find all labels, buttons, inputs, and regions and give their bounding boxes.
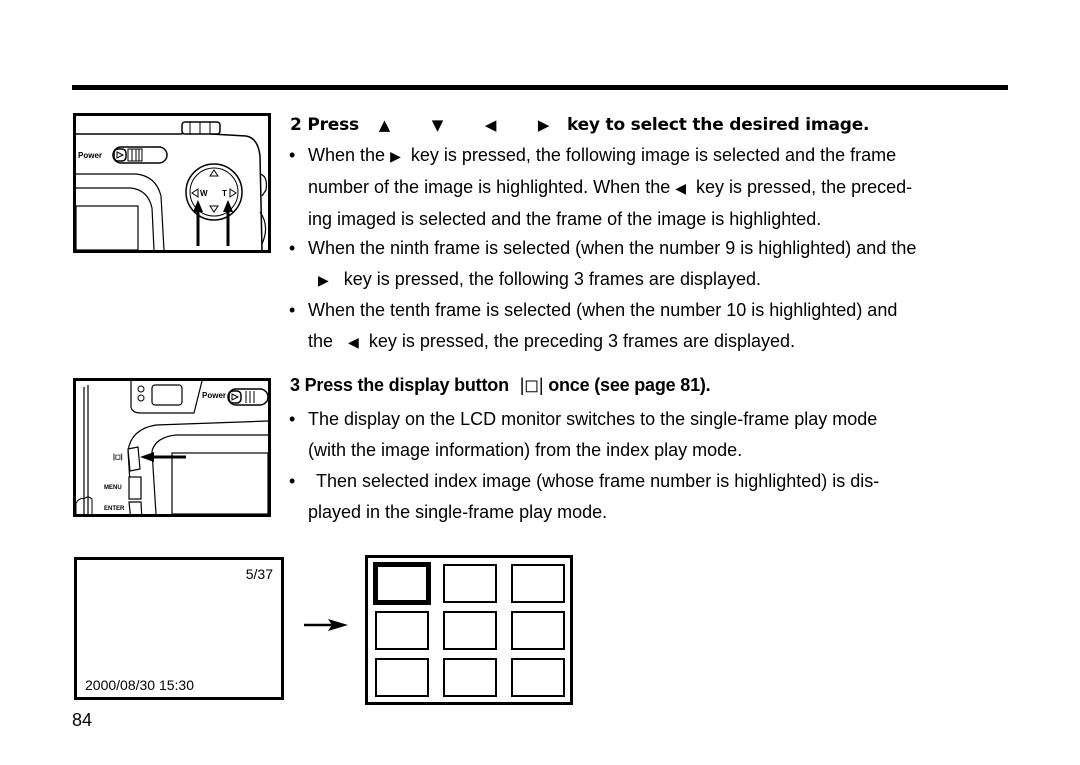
bullet: • [289, 409, 296, 429]
dial-w-label: W [200, 189, 208, 198]
transition-arrow-icon [304, 617, 348, 638]
thumbnail [511, 658, 565, 697]
frame-count: 5/37 [245, 566, 273, 582]
bullet: • [289, 238, 296, 258]
camera-dial-illustration: Power W T [73, 113, 271, 253]
bullet: • [289, 145, 296, 165]
down-key-icon: ▼ [431, 116, 444, 134]
date-time-stamp: 2000/08/30 15:30 [85, 677, 194, 693]
thumbnail [443, 564, 497, 603]
thumbnail [375, 658, 429, 697]
step-3-bullet-2: • Then selected index image (whose frame… [289, 466, 879, 528]
page-number: 84 [72, 710, 93, 730]
left-key-icon: ◀ [484, 116, 497, 134]
step-2-bullet-1: • When the ▶ key is pressed, the followi… [289, 140, 912, 235]
step-2-heading: 2 Press ▲ ▼ ◀ ▶ key to select the desire… [290, 115, 869, 135]
left-key-icon: ◀ [348, 334, 359, 350]
thumbnail [443, 611, 497, 650]
thumbnail [511, 611, 565, 650]
camera-display-button-illustration: Power |◻| MENU ENTER [73, 378, 271, 517]
step-3-heading: 3 Press the display button |◻| once (see… [290, 375, 711, 395]
display-button-icon: |◻| [519, 375, 544, 395]
press-label: Press [307, 115, 359, 135]
display-button-label: |◻| [113, 454, 123, 461]
step-number: 3 [290, 375, 300, 395]
step-2-bullet-3: • When the tenth frame is selected (when… [289, 295, 897, 358]
step-number: 2 [290, 115, 302, 135]
power-label: Power [78, 151, 102, 160]
thumbnail [511, 564, 565, 603]
thumbnail [375, 611, 429, 650]
thumbnail-selected [373, 562, 431, 605]
left-key-icon: ◀ [675, 180, 687, 196]
step-2-bullet-2: • When the ninth frame is selected (when… [289, 233, 916, 296]
dial-t-label: T [222, 189, 227, 198]
power-label: Power [202, 391, 226, 400]
bullet: • [289, 471, 296, 491]
lcd-single-frame: 5/37 2000/08/30 15:30 [74, 557, 284, 700]
step-3-bullet-1: • The display on the LCD monitor switche… [289, 404, 877, 466]
menu-label: MENU [104, 485, 122, 491]
heading-tail: key to select the desired image. [566, 115, 870, 135]
bullet: • [289, 300, 296, 320]
enter-label: ENTER [104, 506, 125, 512]
right-key-icon: ▶ [318, 272, 329, 288]
right-key-icon: ▶ [537, 116, 550, 134]
top-rule [72, 85, 1008, 90]
lcd-index-view [365, 555, 573, 705]
up-key-icon: ▲ [378, 116, 391, 134]
right-key-icon: ▶ [390, 148, 401, 164]
thumbnail [443, 658, 497, 697]
